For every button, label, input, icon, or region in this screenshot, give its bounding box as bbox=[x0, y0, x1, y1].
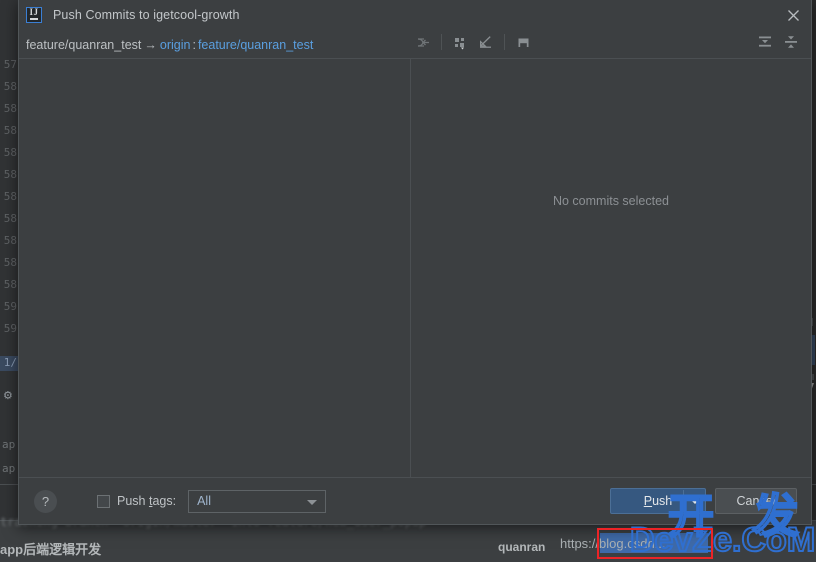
intellij-icon-bar bbox=[29, 18, 38, 20]
gutter-line-number: 1/ bbox=[3, 356, 17, 369]
editor-gutter: 57 58 58 58 58 58 58 58 58 58 58 59 59 1… bbox=[0, 0, 18, 520]
collapse-changes-icon[interactable] bbox=[410, 29, 436, 55]
collapse-all-icon[interactable] bbox=[778, 29, 804, 55]
gutter-line-number: 58 bbox=[3, 124, 17, 137]
editor-text-fragment: ap bbox=[2, 438, 16, 451]
remote-branch-link[interactable]: feature/quanran_test bbox=[198, 38, 313, 52]
gutter-line-number: 57 bbox=[3, 58, 17, 71]
branch-separator: : bbox=[192, 38, 196, 52]
push-button-divider bbox=[683, 490, 684, 512]
push-tags-selected-value: All bbox=[197, 494, 211, 508]
ide-task-label: app后端逻辑开发 bbox=[0, 542, 102, 557]
gutter-line-number: 58 bbox=[3, 80, 17, 93]
ide-url-label: https://blog.csdn... bbox=[560, 536, 666, 551]
commits-list-pane[interactable] bbox=[19, 59, 410, 478]
no-commits-message: No commits selected bbox=[552, 194, 669, 208]
push-tags-checkbox[interactable] bbox=[97, 494, 110, 508]
arrow-icon: → bbox=[144, 38, 157, 52]
gutter-line-number: 58 bbox=[3, 278, 17, 291]
gutter-line-number: 58 bbox=[3, 168, 17, 181]
preview-diff-icon[interactable] bbox=[510, 29, 536, 55]
remote-name-link[interactable]: origin bbox=[160, 38, 191, 52]
gutter-highlighted-line: 1/ bbox=[0, 356, 18, 371]
push-button-mnemonic: P bbox=[643, 494, 653, 508]
gutter-line-number: 58 bbox=[3, 102, 17, 115]
intellij-idea-icon: IJ bbox=[26, 7, 42, 23]
gutter-bookmark-icon: ⚙ bbox=[3, 390, 13, 402]
edit-source-icon[interactable] bbox=[473, 29, 499, 55]
branch-mapping-row: feature/quanran_test → origin: feature/quan… bbox=[26, 38, 313, 52]
gutter-line-number: 59 bbox=[3, 322, 17, 335]
gutter-line-number: 58 bbox=[3, 234, 17, 247]
group-by-module-icon[interactable] bbox=[447, 29, 473, 55]
dialog-title: Push Commits to igetcool-growth bbox=[53, 8, 240, 22]
gutter-line-number: 58 bbox=[3, 190, 17, 203]
push-tags-label-suffix: ags: bbox=[152, 494, 177, 508]
push-tags-select[interactable]: All bbox=[188, 489, 327, 513]
gutter-line-number: 58 bbox=[3, 146, 17, 159]
close-icon[interactable] bbox=[785, 7, 801, 23]
push-tags-label: Push tags: bbox=[117, 494, 176, 508]
push-dropdown-chevron-icon[interactable] bbox=[691, 500, 699, 504]
intellij-icon-text: IJ bbox=[29, 7, 39, 17]
toolbar-separator bbox=[504, 34, 505, 50]
editor-text-fragment: ap bbox=[2, 462, 16, 475]
toolbar-separator bbox=[441, 34, 442, 50]
commit-details-toolbar bbox=[410, 26, 812, 58]
cancel-button[interactable]: Cancel bbox=[715, 488, 797, 514]
ide-user-label: quanran bbox=[498, 540, 546, 554]
push-tags-label-prefix: Push bbox=[117, 494, 149, 508]
dialog-bottom-bar: ? Push tags: All Push Cancel bbox=[19, 477, 811, 524]
push-button[interactable]: Push bbox=[610, 488, 706, 514]
gutter-line-number: 58 bbox=[3, 256, 17, 269]
push-button-label-suffix: ush bbox=[652, 494, 673, 508]
help-button[interactable]: ? bbox=[34, 489, 57, 513]
dialog-content: No commits selected bbox=[19, 58, 811, 478]
gutter-line-number: 59 bbox=[3, 300, 17, 313]
commit-details-pane: No commits selected bbox=[411, 59, 811, 478]
expand-all-icon[interactable] bbox=[752, 29, 778, 55]
screen-root: 57 58 58 58 58 58 58 58 58 58 58 59 59 1… bbox=[0, 0, 816, 562]
gutter-line-number: 58 bbox=[3, 212, 17, 225]
push-button-label: Push bbox=[644, 494, 673, 508]
local-branch-label: feature/quanran_test bbox=[26, 38, 142, 52]
push-commits-dialog: IJ Push Commits to igetcool-growth featu… bbox=[18, 0, 812, 525]
chevron-down-icon bbox=[307, 499, 318, 505]
